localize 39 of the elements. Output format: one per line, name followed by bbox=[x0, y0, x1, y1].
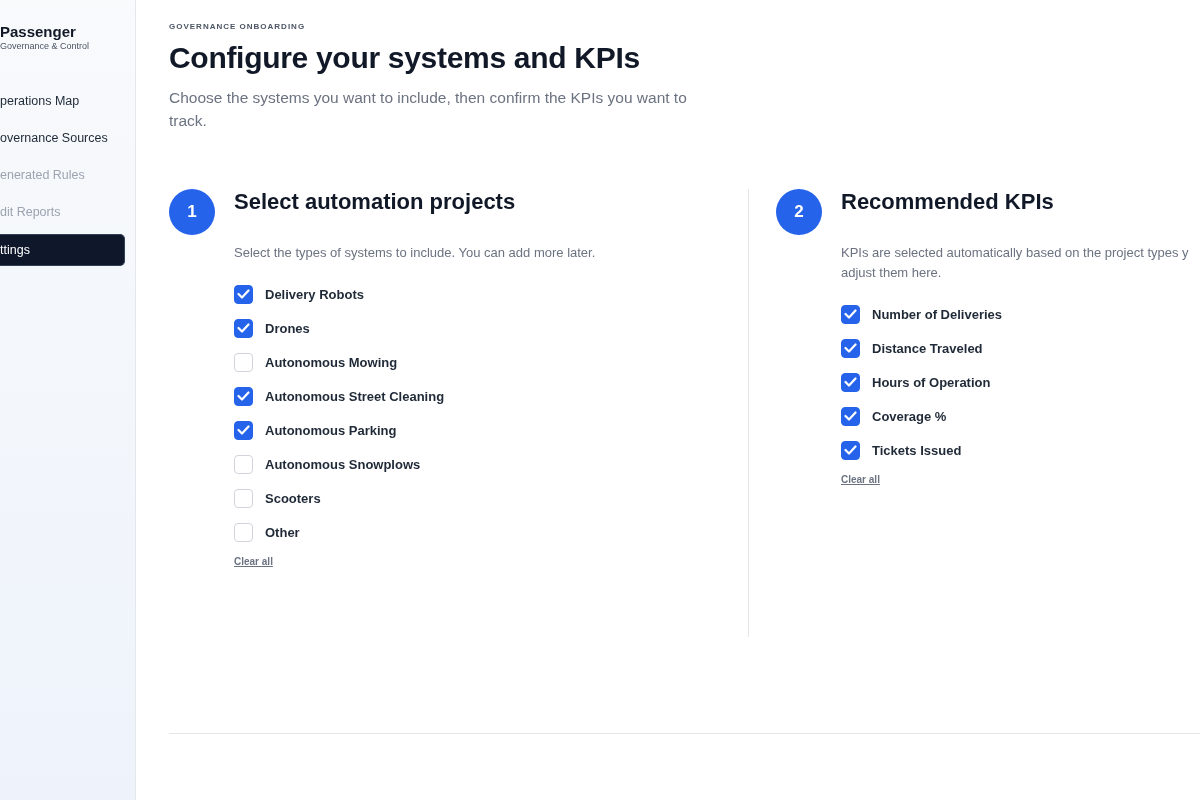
option-label: Hours of Operation bbox=[872, 374, 991, 390]
clear-all-link[interactable]: Clear all bbox=[234, 556, 273, 567]
clear-all-link[interactable]: Clear all bbox=[841, 474, 880, 485]
section-description: adjust them here. bbox=[841, 264, 943, 282]
option-label: Coverage % bbox=[872, 408, 947, 424]
option-label: Tickets Issued bbox=[872, 442, 962, 458]
option-label: Autonomous Snowplows bbox=[265, 456, 421, 472]
page-subtitle: Choose the systems you want to include, then confirm the KPIs you want to track. bbox=[169, 88, 688, 131]
step-number: 1 bbox=[169, 189, 215, 235]
option-label: Delivery Robots bbox=[265, 286, 364, 302]
brand-name: Passenger bbox=[0, 23, 77, 41]
page-title: Configure your systems and KPIs bbox=[169, 40, 641, 76]
checkbox[interactable] bbox=[234, 284, 253, 304]
checkbox[interactable] bbox=[841, 338, 860, 358]
checkbox[interactable] bbox=[841, 304, 860, 324]
nav-item[interactable]: overnance Sources bbox=[0, 127, 125, 149]
section-description: KPIs are selected automatically based on the project types y bbox=[841, 244, 1189, 262]
checkbox[interactable] bbox=[234, 386, 253, 406]
section-title: Recommended KPIs bbox=[841, 189, 1055, 215]
option-label: Distance Traveled bbox=[872, 340, 983, 356]
checkbox[interactable] bbox=[841, 372, 860, 392]
checkbox[interactable] bbox=[234, 420, 253, 440]
option-label: Autonomous Parking bbox=[265, 422, 397, 438]
eyebrow-label: GOVERNANCE ONBOARDING bbox=[169, 22, 307, 32]
brand-tagline: Governance & Control bbox=[0, 41, 91, 52]
section-title: Select automation projects bbox=[234, 189, 517, 215]
checkbox[interactable] bbox=[841, 406, 860, 426]
option-label: Scooters bbox=[265, 490, 321, 506]
nav-item[interactable]: ttings bbox=[0, 234, 125, 266]
option-label: Number of Deliveries bbox=[872, 306, 1003, 322]
nav-item[interactable]: perations Map bbox=[0, 90, 125, 112]
option-label: Autonomous Street Cleaning bbox=[265, 388, 445, 404]
option-label: Drones bbox=[265, 320, 310, 336]
checkbox[interactable] bbox=[841, 440, 860, 460]
step-number: 2 bbox=[776, 189, 822, 235]
checkbox[interactable] bbox=[234, 318, 253, 338]
section-description: Select the types of systems to include. You can add more later. bbox=[234, 244, 597, 262]
option-label: Autonomous Mowing bbox=[265, 354, 398, 370]
option-label: Other bbox=[265, 524, 300, 540]
